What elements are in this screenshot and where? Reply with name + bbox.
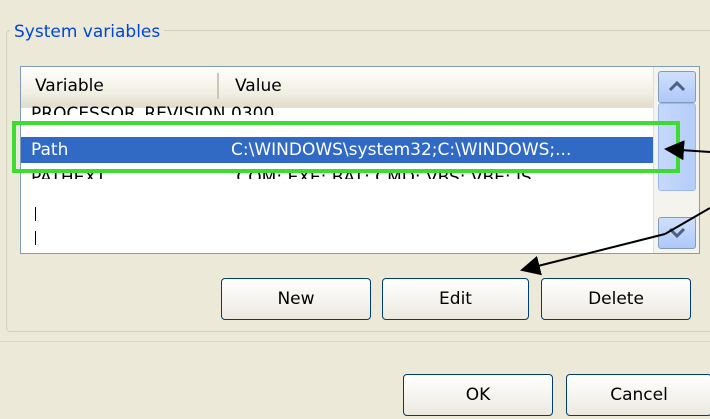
arrow-to-edit-button	[520, 233, 666, 276]
annotation-arrows	[520, 140, 710, 276]
arrow-to-path-row	[664, 140, 710, 161]
arrow-segment	[664, 207, 710, 235]
